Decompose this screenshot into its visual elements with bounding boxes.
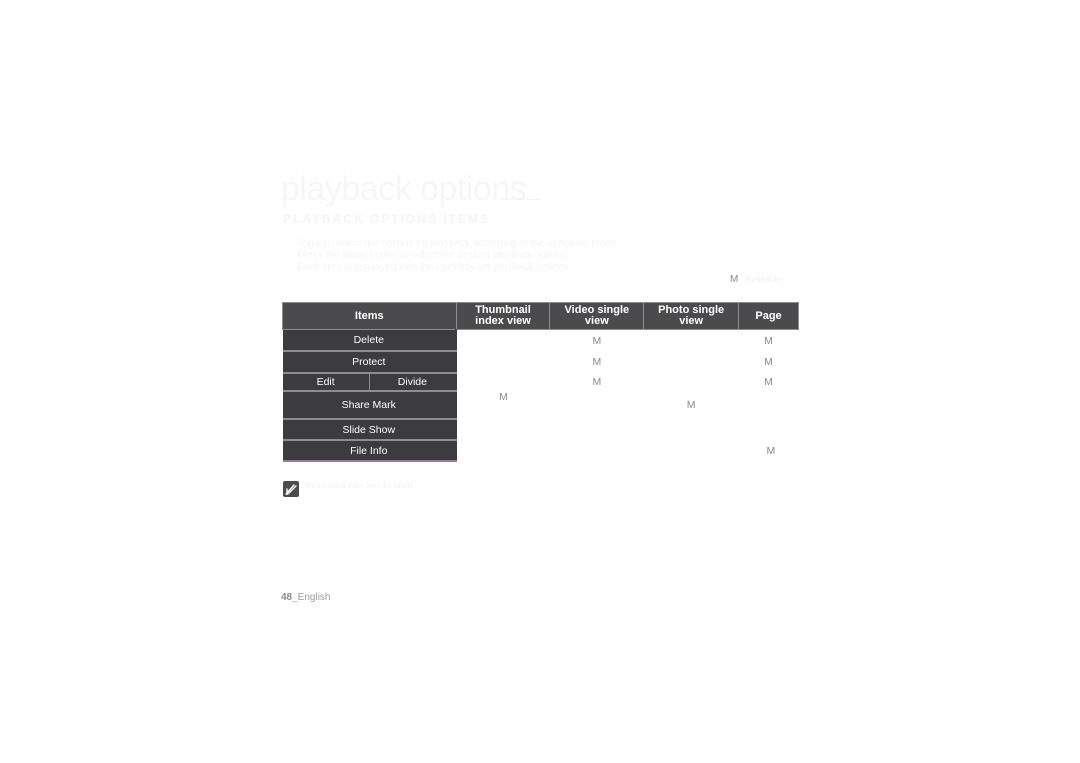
cell-thumbnail [455,419,550,440]
cell-video [549,440,644,461]
cell-page: M [738,329,799,351]
item-share-mark: Share Mark [282,391,457,420]
footer-language: _English [292,592,331,603]
cell-thumbnail [455,440,550,461]
intro-text: You can select the options for playback … [297,238,717,274]
cell-thumbnail [455,329,550,351]
intro-line: Press the Menu button to select the desi… [297,250,570,261]
cell-photo [643,329,739,351]
cell-video: M [549,329,644,351]
cell-video [549,391,644,419]
header-page: Page [738,302,799,330]
cell-photo [643,373,739,391]
cell-photo: M [643,391,739,419]
available-mark: M [730,274,739,285]
item-divide: Divide [369,373,457,392]
cell-page: M [738,373,799,391]
page-number: 48 [281,592,293,603]
cell-page [738,391,799,419]
item-file-info: File Info [282,440,457,462]
cell-photo [643,351,739,373]
intro-line: You can select the options for playback … [297,238,620,249]
section-subtitle: PLAYBACK OPTIONS ITEMS [283,212,490,226]
table-row: Share Mark M M [282,391,799,420]
table-row: File Info M [282,440,799,462]
cell-video [549,419,644,440]
cell-thumbnail [455,373,550,391]
item-delete: Delete [282,329,457,352]
table-row: Edit Divide M M [282,373,799,392]
header-thumbnail-index-view: Thumbnail index view [455,302,551,330]
cell-video: M [549,373,644,391]
header-items: Items [282,302,457,330]
table-row: Slide Show [282,419,799,441]
cell-page [738,419,799,440]
intro-line: Each item is displayed with the currentl… [297,262,572,273]
title-divider [500,199,540,200]
cell-page: M [738,351,799,373]
table-row: Protect M M [282,351,799,374]
table-row: Delete M M [282,329,799,352]
cell-video: M [549,351,644,373]
table-header-row: Items Thumbnail index view Video single … [282,302,799,330]
item-protect: Protect [282,351,457,374]
cell-photo [643,440,739,461]
note-pencil-icon [283,481,299,497]
cell-photo [643,419,739,440]
cell-thumbnail: M [455,391,550,419]
playback-options-table: Items Thumbnail index view Video single … [282,302,799,462]
item-slide-show: Slide Show [282,419,457,441]
available-mark-legend: Available [745,274,782,284]
page-title: playback options [281,170,527,208]
cell-thumbnail [455,351,550,373]
note-text: Menu items may vary by mode. [305,481,417,490]
header-video-single-view: Video single view [549,302,645,330]
header-photo-single-view: Photo single view [643,302,740,330]
item-edit: Edit [282,373,370,392]
page-footer: 48_English [281,592,330,603]
cell-page: M [738,440,799,461]
